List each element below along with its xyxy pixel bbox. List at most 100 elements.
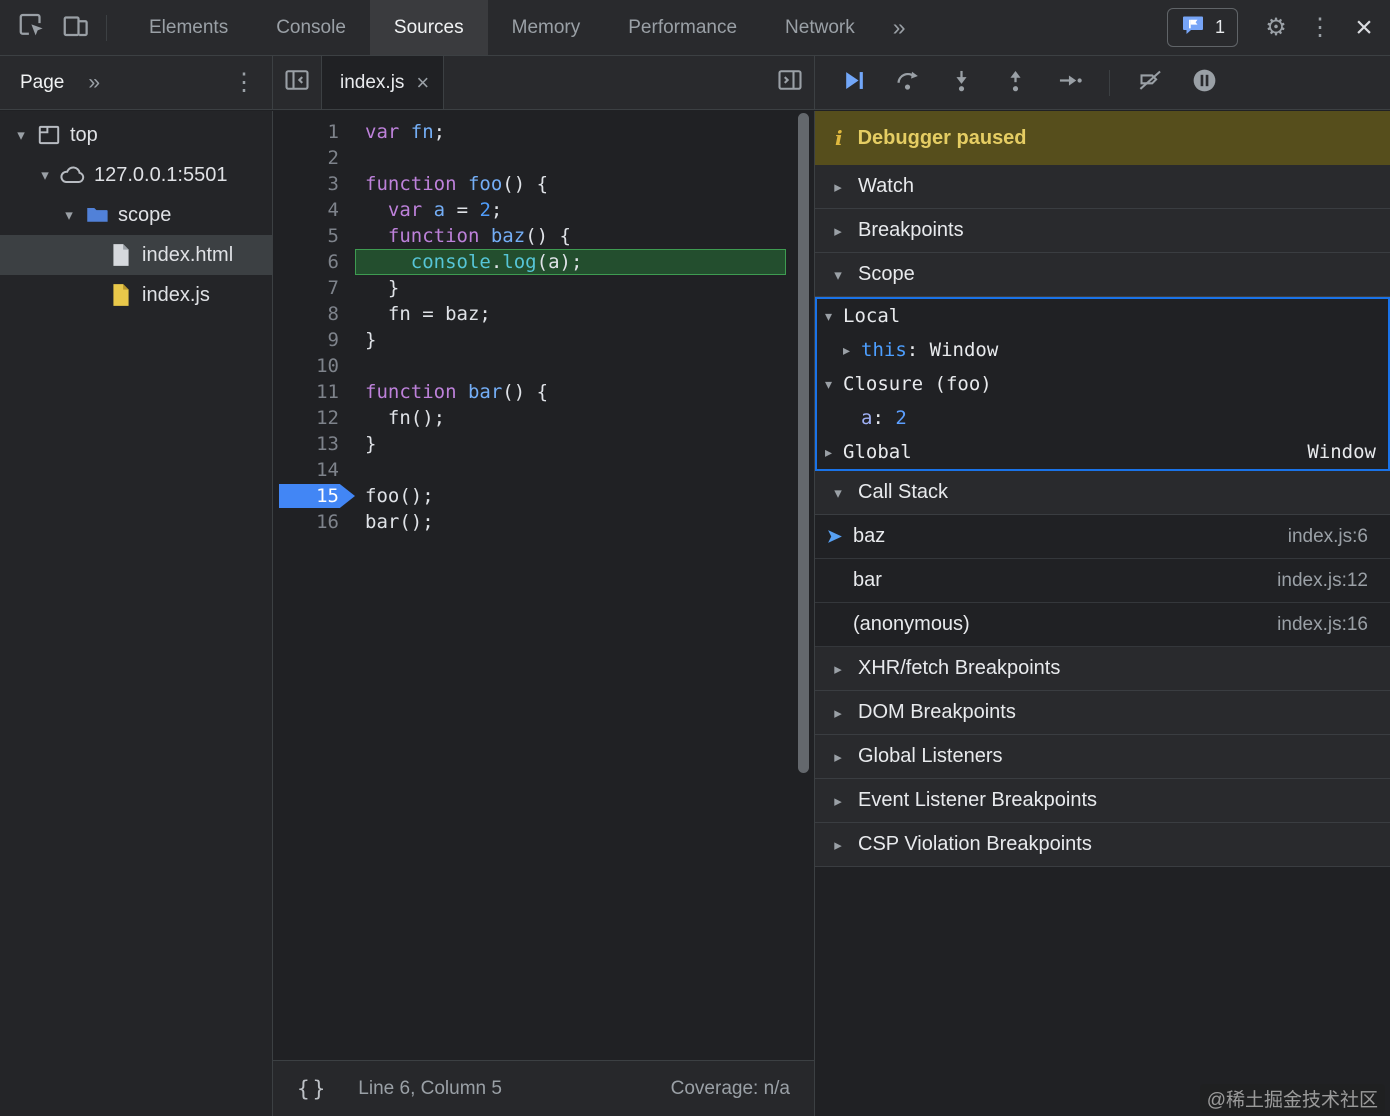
console-messages-button[interactable]: 1 <box>1167 8 1238 47</box>
code-text <box>355 145 786 171</box>
line-number-gutter[interactable]: 7 <box>273 275 355 301</box>
code-line[interactable]: 3function foo() { <box>273 171 814 197</box>
section-breakpoints[interactable]: ▸ Breakpoints <box>815 209 1390 253</box>
section-xhr-fetch-breakpoints[interactable]: ▸XHR/fetch Breakpoints <box>815 647 1390 691</box>
code-line[interactable]: 6 console.log(a); <box>273 249 814 275</box>
scope-row-local[interactable]: ▾Local <box>817 299 1388 333</box>
line-number-gutter[interactable]: 13 <box>273 431 355 457</box>
code-line[interactable]: 16bar(); <box>273 509 814 535</box>
step-over-button[interactable] <box>885 62 929 104</box>
scope-row-closure-foo[interactable]: ▾Closure (foo) <box>817 367 1388 401</box>
resume-button[interactable] <box>831 62 875 104</box>
call-stack-frame-baz[interactable]: bazindex.js:6 <box>815 515 1390 559</box>
code-line[interactable]: 10 <box>273 353 814 379</box>
line-number-gutter[interactable]: 8 <box>273 301 355 327</box>
scope-row-a[interactable]: a: 2 <box>817 401 1388 435</box>
tree-item-127-0-0-1-5501[interactable]: ▾127.0.0.1:5501 <box>0 155 272 195</box>
line-number-gutter[interactable]: 6 <box>273 249 355 275</box>
line-number: 12 <box>316 407 339 429</box>
coverage-status: Coverage: n/a <box>671 1078 790 1100</box>
line-number-gutter[interactable]: 14 <box>273 457 355 483</box>
tab-elements[interactable]: Elements <box>125 0 252 55</box>
editor-tab-indexjs[interactable]: index.js × <box>321 56 444 109</box>
tab-console[interactable]: Console <box>252 0 370 55</box>
step-button[interactable] <box>1047 62 1091 104</box>
section-csp-violation-breakpoints[interactable]: ▸CSP Violation Breakpoints <box>815 823 1390 867</box>
breakpoint-gutter[interactable]: 15 <box>273 483 355 509</box>
hide-navigator-button[interactable] <box>275 62 319 104</box>
code-text: fn = baz; <box>355 301 786 327</box>
line-number-gutter[interactable]: 2 <box>273 145 355 171</box>
code-editor[interactable]: 1var fn;23function foo() {4 var a = 2;5 … <box>273 111 814 535</box>
tab-performance[interactable]: Performance <box>604 0 761 55</box>
section-call-stack[interactable]: ▾ Call Stack <box>815 471 1390 515</box>
call-stack-frame-bar[interactable]: barindex.js:12 <box>815 559 1390 603</box>
navigator-more-tabs-button[interactable]: » <box>88 71 100 95</box>
current-execution-line: console.log(a); <box>355 249 786 275</box>
navigator-menu-button[interactable]: ⋮ <box>222 62 266 104</box>
menu-button[interactable]: ⋮ <box>1298 7 1342 49</box>
scope-row-global[interactable]: ▸GlobalWindow <box>817 435 1388 469</box>
device-toolbar-button[interactable] <box>54 7 98 49</box>
debugger-sidebar: i Debugger paused ▸ Watch ▸ Breakpoints … <box>815 111 1390 1116</box>
code-text: function foo() { <box>355 171 786 197</box>
line-number: 8 <box>328 303 339 325</box>
code-line[interactable]: 8 fn = baz; <box>273 301 814 327</box>
inspect-button[interactable] <box>10 7 54 49</box>
navigator-tab-page[interactable]: Page <box>20 72 64 94</box>
line-number-gutter[interactable]: 10 <box>273 353 355 379</box>
code-line[interactable]: 5 function baz() { <box>273 223 814 249</box>
deactivate-breakpoints-button[interactable] <box>1128 62 1172 104</box>
line-number-gutter[interactable]: 9 <box>273 327 355 353</box>
line-number-gutter[interactable]: 4 <box>273 197 355 223</box>
step-out-button[interactable] <box>993 62 1037 104</box>
code-line[interactable]: 1var fn; <box>273 119 814 145</box>
code-line[interactable]: 14 <box>273 457 814 483</box>
code-line[interactable]: 11function bar() { <box>273 379 814 405</box>
resume-icon <box>840 67 867 99</box>
code-line[interactable]: 15foo(); <box>273 483 814 509</box>
code-line[interactable]: 12 fn(); <box>273 405 814 431</box>
step-into-button[interactable] <box>939 62 983 104</box>
line-number-gutter[interactable]: 12 <box>273 405 355 431</box>
code-line[interactable]: 7 } <box>273 275 814 301</box>
pretty-print-button[interactable]: {} <box>297 1077 328 1101</box>
device-toolbar-icon <box>61 10 91 45</box>
section-event-listener-breakpoints[interactable]: ▸Event Listener Breakpoints <box>815 779 1390 823</box>
code-line[interactable]: 9} <box>273 327 814 353</box>
editor-scrollbar[interactable] <box>798 113 809 773</box>
code-line[interactable]: 4 var a = 2; <box>273 197 814 223</box>
section-scope[interactable]: ▾ Scope <box>815 253 1390 297</box>
tree-item-index-html[interactable]: index.html <box>0 235 272 275</box>
call-stack-frame-anonymous[interactable]: (anonymous)index.js:16 <box>815 603 1390 647</box>
show-debugger-panel-button[interactable] <box>768 62 812 104</box>
more-tabs-button[interactable]: » <box>879 14 920 41</box>
tree-item-scope[interactable]: ▾scope <box>0 195 272 235</box>
active-frame-icon <box>827 528 853 545</box>
close-tab-icon[interactable]: × <box>416 70 429 96</box>
editor-status-bar: {} Line 6, Column 5 Coverage: n/a <box>273 1060 814 1116</box>
cursor-position: Line 6, Column 5 <box>358 1078 502 1100</box>
code-line[interactable]: 13} <box>273 431 814 457</box>
line-number-gutter[interactable]: 1 <box>273 119 355 145</box>
code-line[interactable]: 2 <box>273 145 814 171</box>
section-dom-breakpoints[interactable]: ▸DOM Breakpoints <box>815 691 1390 735</box>
section-watch[interactable]: ▸ Watch <box>815 165 1390 209</box>
tab-sources[interactable]: Sources <box>370 0 488 55</box>
tab-network[interactable]: Network <box>761 0 879 55</box>
line-number-gutter[interactable]: 11 <box>273 379 355 405</box>
close-button[interactable]: × <box>1342 7 1386 49</box>
kebab-menu-icon: ⋮ <box>1308 16 1332 40</box>
line-number-gutter[interactable]: 5 <box>273 223 355 249</box>
scope-row-this[interactable]: ▸this: Window <box>817 333 1388 367</box>
section-global-listeners[interactable]: ▸Global Listeners <box>815 735 1390 779</box>
pause-on-exceptions-button[interactable] <box>1182 62 1226 104</box>
settings-button[interactable]: ⚙ <box>1254 7 1298 49</box>
badge-count: 1 <box>1215 17 1225 38</box>
tree-item-index-js[interactable]: index.js <box>0 275 272 315</box>
line-number-gutter[interactable]: 3 <box>273 171 355 197</box>
tab-memory[interactable]: Memory <box>488 0 605 55</box>
cloud-icon <box>58 162 88 188</box>
tree-item-top[interactable]: ▾top <box>0 115 272 155</box>
line-number-gutter[interactable]: 16 <box>273 509 355 535</box>
